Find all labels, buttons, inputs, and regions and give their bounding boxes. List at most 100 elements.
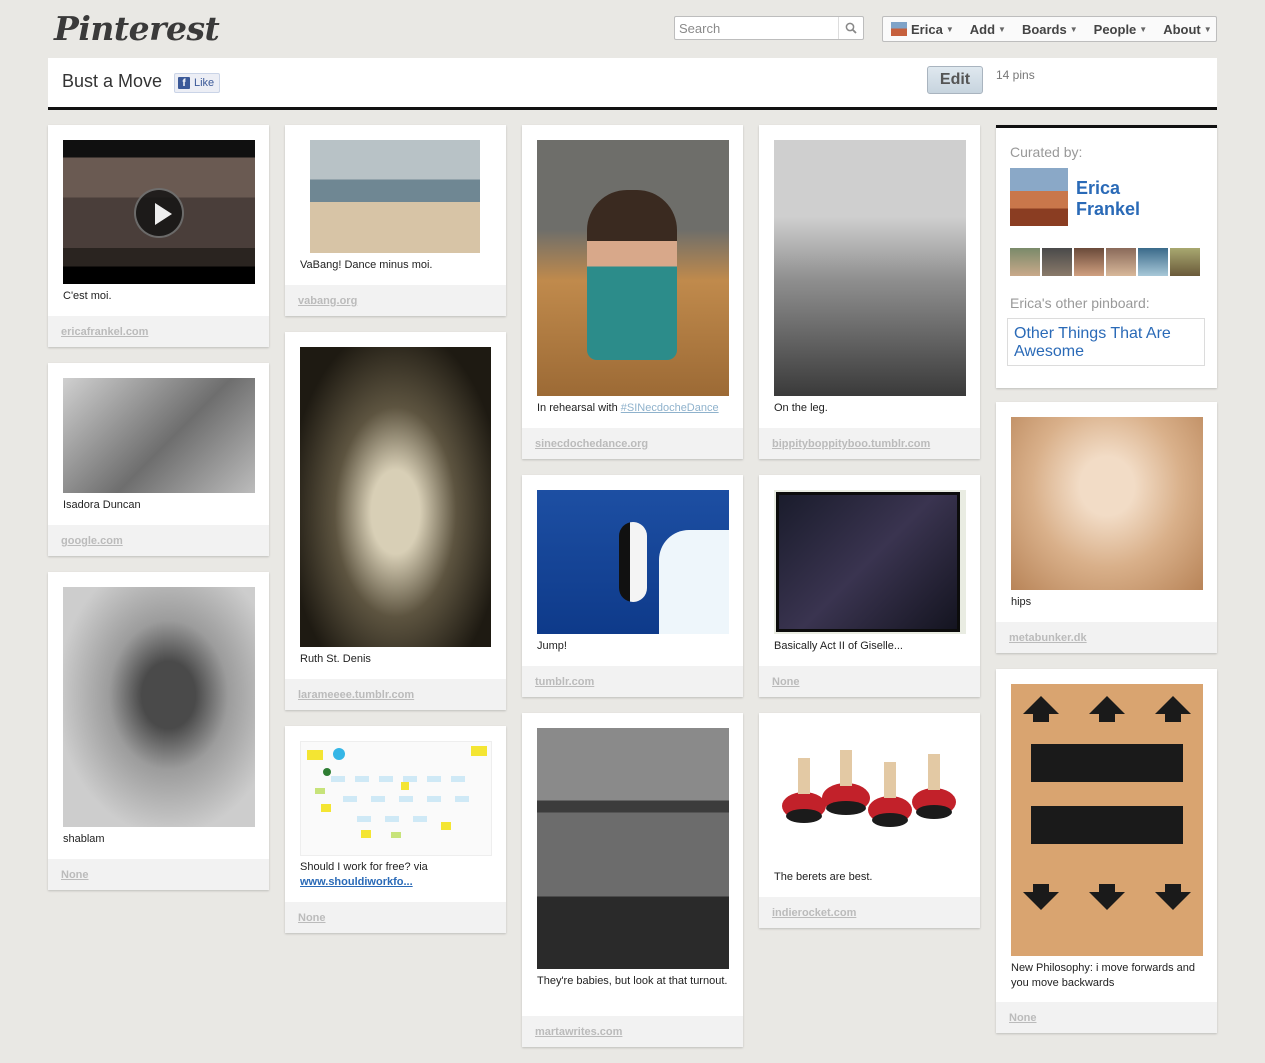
pin-description-text: Should I work for free? via bbox=[300, 861, 428, 873]
pin-source[interactable]: indierocket.com bbox=[759, 897, 980, 928]
flowchart-graphic bbox=[307, 746, 487, 838]
pinterest-logo[interactable]: Pinterest bbox=[54, 9, 220, 48]
pin-card[interactable]: New Philosophy: i move forwards and you … bbox=[996, 669, 1217, 1033]
follower-avatar[interactable] bbox=[1010, 248, 1040, 276]
search-input[interactable] bbox=[679, 20, 839, 36]
pin-image[interactable] bbox=[300, 741, 492, 856]
pin-source-link[interactable]: None bbox=[61, 869, 89, 881]
nav-boards-menu[interactable]: Boards ▼ bbox=[1014, 17, 1086, 41]
pin-image[interactable] bbox=[1011, 684, 1203, 956]
search-box[interactable] bbox=[674, 16, 864, 40]
pin-source[interactable]: ericafrankel.com bbox=[48, 316, 269, 347]
pin-card[interactable]: Jump! tumblr.com bbox=[522, 475, 743, 697]
pin-image[interactable] bbox=[300, 347, 491, 647]
pin-image[interactable] bbox=[537, 728, 729, 969]
curator-name-link[interactable]: Erica Frankel bbox=[1076, 178, 1196, 220]
pin-image[interactable] bbox=[774, 490, 966, 634]
pin-source-link[interactable]: None bbox=[1009, 1012, 1037, 1024]
pin-image[interactable] bbox=[63, 378, 255, 493]
penguin-figure bbox=[619, 522, 647, 602]
pin-source-link[interactable]: ericafrankel.com bbox=[61, 326, 148, 338]
pin-card[interactable]: They're babies, but look at that turnout… bbox=[522, 713, 743, 1047]
hashtag-link[interactable]: #SINecdocheDance bbox=[621, 402, 719, 414]
pin-card[interactable]: Isadora Duncan google.com bbox=[48, 363, 269, 556]
pin-source[interactable]: None bbox=[285, 902, 506, 933]
follower-avatars bbox=[1010, 248, 1200, 276]
pin-source-link[interactable]: vabang.org bbox=[298, 295, 357, 307]
pin-card[interactable]: VaBang! Dance minus moi. vabang.org bbox=[285, 125, 506, 316]
pin-source-link[interactable]: bippityboppityboo.tumblr.com bbox=[772, 438, 930, 450]
pin-card[interactable]: Basically Act II of Giselle... None bbox=[759, 475, 980, 697]
pin-source[interactable]: google.com bbox=[48, 525, 269, 556]
search-icon bbox=[845, 22, 857, 34]
edit-board-button[interactable]: Edit bbox=[927, 66, 983, 94]
pin-source[interactable]: None bbox=[759, 666, 980, 697]
pin-card[interactable]: hips metabunker.dk bbox=[996, 402, 1217, 653]
pin-video-thumbnail[interactable] bbox=[63, 140, 255, 284]
other-pinboard-link[interactable]: Other Things That Are Awesome bbox=[1007, 318, 1205, 366]
pin-source[interactable]: None bbox=[996, 1002, 1217, 1033]
nav-about-menu[interactable]: About ▼ bbox=[1155, 17, 1219, 41]
nav-add-menu[interactable]: Add ▼ bbox=[962, 17, 1014, 41]
chevron-down-icon: ▼ bbox=[1069, 24, 1078, 34]
pin-source[interactable]: bippityboppityboo.tumblr.com bbox=[759, 428, 980, 459]
chevron-down-icon: ▼ bbox=[945, 24, 954, 34]
dancers-illustration bbox=[782, 750, 956, 827]
nav-about-label: About bbox=[1163, 21, 1201, 37]
follower-avatar[interactable] bbox=[1138, 248, 1168, 276]
pin-source-link[interactable]: martawrites.com bbox=[535, 1026, 622, 1038]
pin-source-link[interactable]: None bbox=[772, 676, 800, 688]
main-nav: Erica ▼ Add ▼ Boards ▼ People ▼ About ▼ bbox=[882, 16, 1217, 42]
play-icon[interactable] bbox=[134, 188, 184, 238]
curator-first-name: Erica bbox=[1076, 178, 1121, 198]
pin-description: hips bbox=[1011, 596, 1032, 608]
nav-boards-label: Boards bbox=[1021, 21, 1067, 37]
pin-card[interactable]: Should I work for free? via www.shouldiw… bbox=[285, 726, 506, 933]
nav-user-menu[interactable]: Erica ▼ bbox=[883, 17, 962, 41]
pin-source-link[interactable]: sinecdochedance.org bbox=[535, 438, 648, 450]
follower-avatar[interactable] bbox=[1074, 248, 1104, 276]
pin-description-text: In rehearsal with bbox=[537, 402, 621, 414]
pin-image[interactable] bbox=[1011, 417, 1203, 590]
pin-image[interactable] bbox=[537, 140, 729, 396]
pin-source[interactable]: metabunker.dk bbox=[996, 622, 1217, 653]
pin-source-link[interactable]: tumblr.com bbox=[535, 676, 594, 688]
pin-source[interactable]: larameeee.tumblr.com bbox=[285, 679, 506, 710]
pin-card[interactable]: On the leg. bippityboppityboo.tumblr.com bbox=[759, 125, 980, 459]
pin-source-link[interactable]: metabunker.dk bbox=[1009, 632, 1087, 644]
pin-source[interactable]: martawrites.com bbox=[522, 1016, 743, 1047]
pin-card[interactable]: shablam None bbox=[48, 572, 269, 890]
follower-avatar[interactable] bbox=[1170, 248, 1200, 276]
pin-source[interactable]: sinecdochedance.org bbox=[522, 428, 743, 459]
follower-avatar[interactable] bbox=[1042, 248, 1072, 276]
pin-card[interactable]: In rehearsal with #SINecdocheDance sinec… bbox=[522, 125, 743, 459]
pin-source-link[interactable]: None bbox=[298, 912, 326, 924]
pin-description: They're babies, but look at that turnout… bbox=[537, 975, 728, 987]
pin-source[interactable]: tumblr.com bbox=[522, 666, 743, 697]
chevron-down-icon: ▼ bbox=[998, 24, 1006, 34]
follower-avatar[interactable] bbox=[1106, 248, 1136, 276]
pin-source-link[interactable]: google.com bbox=[61, 535, 123, 547]
pin-source[interactable]: None bbox=[48, 859, 269, 890]
facebook-like-button[interactable]: f Like bbox=[174, 73, 221, 93]
pin-description: New Philosophy: i move forwards and you … bbox=[1011, 962, 1196, 989]
pin-card[interactable]: C'est moi. ericafrankel.com bbox=[48, 125, 269, 347]
pin-image[interactable] bbox=[774, 140, 966, 396]
pin-image[interactable] bbox=[310, 140, 480, 253]
user-avatar bbox=[891, 22, 907, 36]
pin-image[interactable] bbox=[774, 728, 966, 865]
pin-description-link[interactable]: www.shouldiworkfo... bbox=[300, 876, 413, 888]
pin-card[interactable]: The berets are best. indierocket.com bbox=[759, 713, 980, 928]
curator-avatar[interactable] bbox=[1010, 168, 1068, 226]
nav-people-menu[interactable]: People ▼ bbox=[1086, 17, 1156, 41]
pin-source-link[interactable]: indierocket.com bbox=[772, 907, 856, 919]
pin-card[interactable]: Ruth St. Denis larameeee.tumblr.com bbox=[285, 332, 506, 710]
pin-count: 14 pins bbox=[996, 68, 1035, 82]
search-button[interactable] bbox=[838, 17, 863, 39]
pin-image[interactable] bbox=[537, 490, 729, 634]
nav-user-label: Erica bbox=[911, 21, 943, 37]
pin-image[interactable] bbox=[63, 587, 255, 827]
pin-source[interactable]: vabang.org bbox=[285, 285, 506, 316]
pin-source-link[interactable]: larameeee.tumblr.com bbox=[298, 689, 414, 701]
pin-description: C'est moi. bbox=[63, 290, 112, 302]
